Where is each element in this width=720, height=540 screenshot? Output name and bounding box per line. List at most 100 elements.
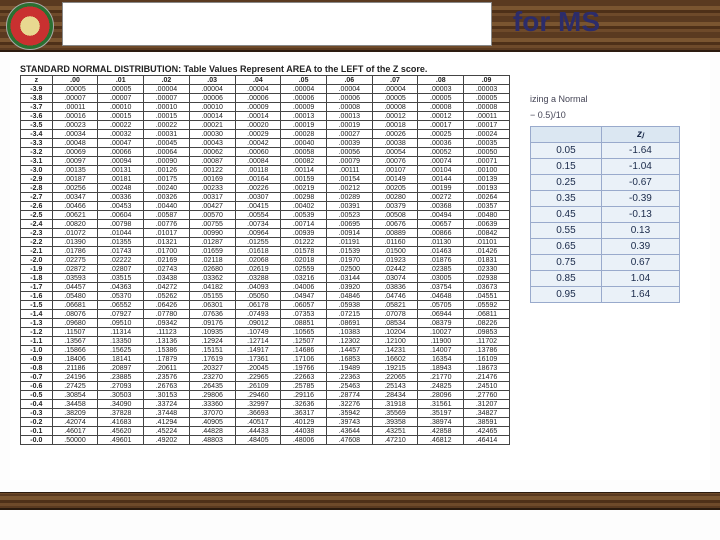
table-row: -3.2.00069.00066.00064.00062.00060.00058… [21, 148, 510, 157]
value-cell: .01160 [372, 238, 418, 247]
z-cell: -0.5 [21, 391, 53, 400]
value-cell: .00036 [418, 139, 464, 148]
value-cell: .36317 [281, 409, 327, 418]
value-cell: .00020 [235, 121, 281, 130]
value-cell: .14686 [281, 346, 327, 355]
value-cell: .01923 [372, 256, 418, 265]
value-cell: .05705 [418, 301, 464, 310]
side-cell: -0.67 [601, 175, 679, 191]
value-cell: .13136 [144, 337, 190, 346]
value-cell: .21770 [418, 373, 464, 382]
z-cell: -1.0 [21, 346, 53, 355]
value-cell: .33724 [144, 400, 190, 409]
value-cell: .12714 [235, 337, 281, 346]
value-cell: .00071 [464, 157, 510, 166]
value-cell: .50000 [52, 436, 98, 445]
value-cell: .03144 [326, 274, 372, 283]
value-cell: .46017 [52, 427, 98, 436]
value-cell: .06681 [52, 301, 98, 310]
col-header: .04 [235, 76, 281, 85]
value-cell: .11507 [52, 328, 98, 337]
value-cell: .00107 [372, 166, 418, 175]
value-cell: .00006 [235, 94, 281, 103]
value-cell: .48803 [189, 436, 235, 445]
value-cell: .00508 [372, 211, 418, 220]
value-cell: .01970 [326, 256, 372, 265]
value-cell: .06426 [144, 301, 190, 310]
side-cell: 0.25 [531, 175, 602, 191]
table-row: -3.9.00005.00005.00004.00004.00004.00004… [21, 85, 510, 94]
value-cell: .01578 [281, 247, 327, 256]
value-cell: .01876 [418, 256, 464, 265]
value-cell: .00427 [189, 202, 235, 211]
value-cell: .00023 [52, 121, 98, 130]
z-cell: -1.5 [21, 301, 53, 310]
value-cell: .01500 [372, 247, 418, 256]
bottom-bar [0, 492, 720, 510]
side-cell: 0.85 [531, 271, 602, 287]
value-cell: .00026 [372, 130, 418, 139]
value-cell: .09680 [52, 319, 98, 328]
value-cell: .07078 [372, 310, 418, 319]
value-cell: .12924 [189, 337, 235, 346]
value-cell: .23885 [98, 373, 144, 382]
value-cell: .04457 [52, 283, 98, 292]
table-row: -0.5.30854.30503.30153.29806.29460.29116… [21, 391, 510, 400]
value-cell: .15151 [189, 346, 235, 355]
col-header: .00 [52, 76, 98, 85]
value-cell: .00011 [52, 103, 98, 112]
value-cell: .00015 [144, 112, 190, 121]
value-cell: .00104 [418, 166, 464, 175]
value-cell: .46812 [418, 436, 464, 445]
value-cell: .00024 [464, 130, 510, 139]
value-cell: .02680 [189, 265, 235, 274]
z-cell: -2.6 [21, 202, 53, 211]
value-cell: .01101 [464, 238, 510, 247]
value-cell: .28096 [418, 391, 464, 400]
value-cell: .14457 [326, 346, 372, 355]
value-cell: .00012 [418, 112, 464, 121]
value-cell: .00035 [464, 139, 510, 148]
value-cell: .05155 [189, 292, 235, 301]
value-cell: .00004 [372, 85, 418, 94]
value-cell: .14917 [235, 346, 281, 355]
value-cell: .00126 [144, 166, 190, 175]
value-cell: .42858 [418, 427, 464, 436]
value-cell: .06944 [418, 310, 464, 319]
table-row: -3.6.00016.00015.00015.00014.00014.00013… [21, 112, 510, 121]
value-cell: .02068 [235, 256, 281, 265]
side-body: 0.05-1.640.15-1.040.25-0.670.35-0.390.45… [531, 143, 680, 303]
value-cell: .46414 [464, 436, 510, 445]
value-cell: .00025 [418, 130, 464, 139]
value-cell: .14007 [418, 346, 464, 355]
value-cell: .32636 [281, 400, 327, 409]
value-cell: .03754 [418, 283, 464, 292]
value-cell: .06057 [281, 301, 327, 310]
value-cell: .26763 [144, 382, 190, 391]
table-row: -3.3.00048.00047.00045.00043.00042.00040… [21, 139, 510, 148]
value-cell: .40517 [235, 418, 281, 427]
value-cell: .00032 [98, 130, 144, 139]
value-cell: .08379 [418, 319, 464, 328]
value-cell: .00326 [144, 193, 190, 202]
value-cell: .29116 [281, 391, 327, 400]
z-cell: -2.5 [21, 211, 53, 220]
value-cell: .00012 [372, 112, 418, 121]
value-cell: .05262 [144, 292, 190, 301]
table-row: -2.7.00347.00336.00326.00317.00307.00298… [21, 193, 510, 202]
side-cell: 0.35 [531, 191, 602, 207]
z-cell: -3.4 [21, 130, 53, 139]
table-row: -1.6.05480.05370.05262.05155.05050.04947… [21, 292, 510, 301]
value-cell: .03288 [235, 274, 281, 283]
value-cell: .25785 [281, 382, 327, 391]
value-cell: .37448 [144, 409, 190, 418]
value-cell: .10935 [189, 328, 235, 337]
value-cell: .15386 [144, 346, 190, 355]
side-col-header: zⱼ [601, 127, 679, 143]
table-row: -3.7.00011.00010.00010.00010.00009.00009… [21, 103, 510, 112]
z-cell: -3.3 [21, 139, 53, 148]
value-cell: .00114 [281, 166, 327, 175]
value-cell: .00042 [235, 139, 281, 148]
value-cell: .00005 [464, 94, 510, 103]
col-header: .03 [189, 76, 235, 85]
